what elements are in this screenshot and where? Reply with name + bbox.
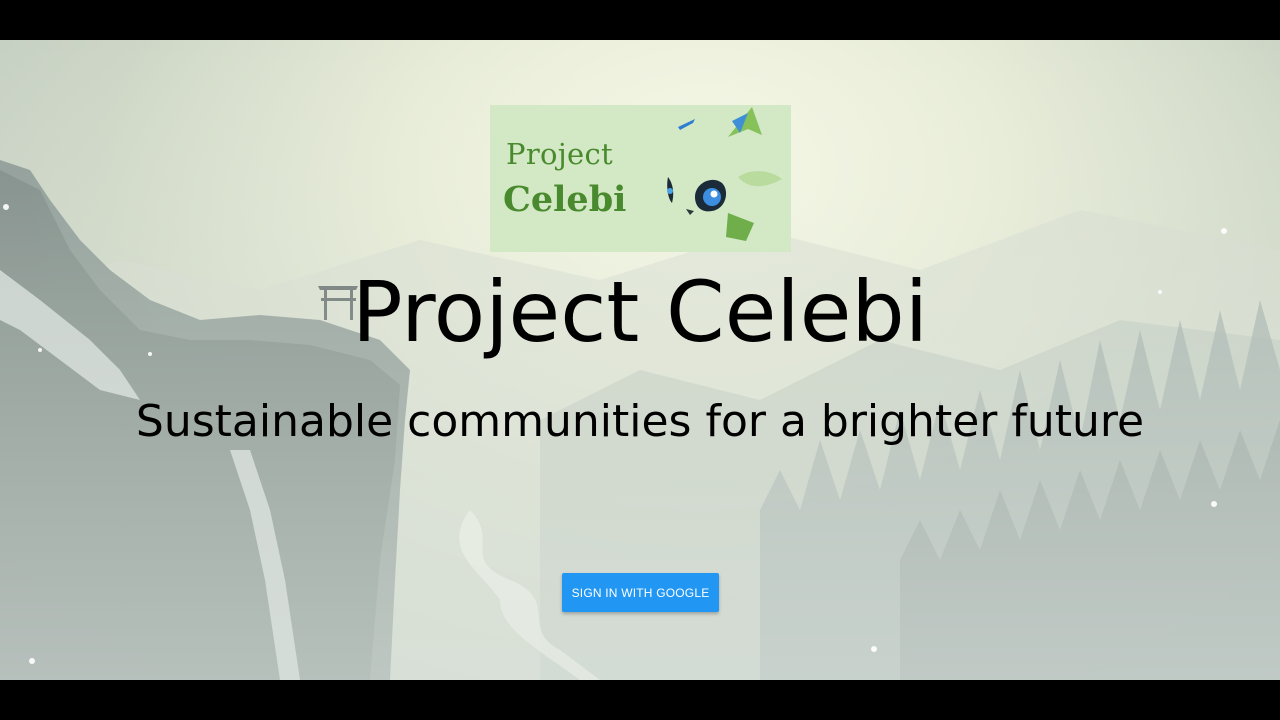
sparkle-dot	[29, 658, 35, 664]
page-subtitle: Sustainable communities for a brighter f…	[135, 396, 1145, 447]
sign-in-with-google-button[interactable]: SIGN IN WITH GOOGLE	[562, 573, 719, 612]
sparkle-dot	[1221, 228, 1227, 234]
sparkle-dot	[871, 646, 877, 652]
letterbox-top	[0, 0, 1280, 40]
project-celebi-logo: Project Celebi	[490, 105, 791, 252]
letterbox-bottom	[0, 680, 1280, 720]
celebi-face-icon	[667, 107, 782, 241]
page-title: Project Celebi	[351, 263, 929, 361]
hero-background: Project Celebi Project Celebi Sustainabl…	[0, 40, 1280, 680]
sparkle-dot	[3, 204, 9, 210]
sparkle-dot	[1211, 501, 1217, 507]
